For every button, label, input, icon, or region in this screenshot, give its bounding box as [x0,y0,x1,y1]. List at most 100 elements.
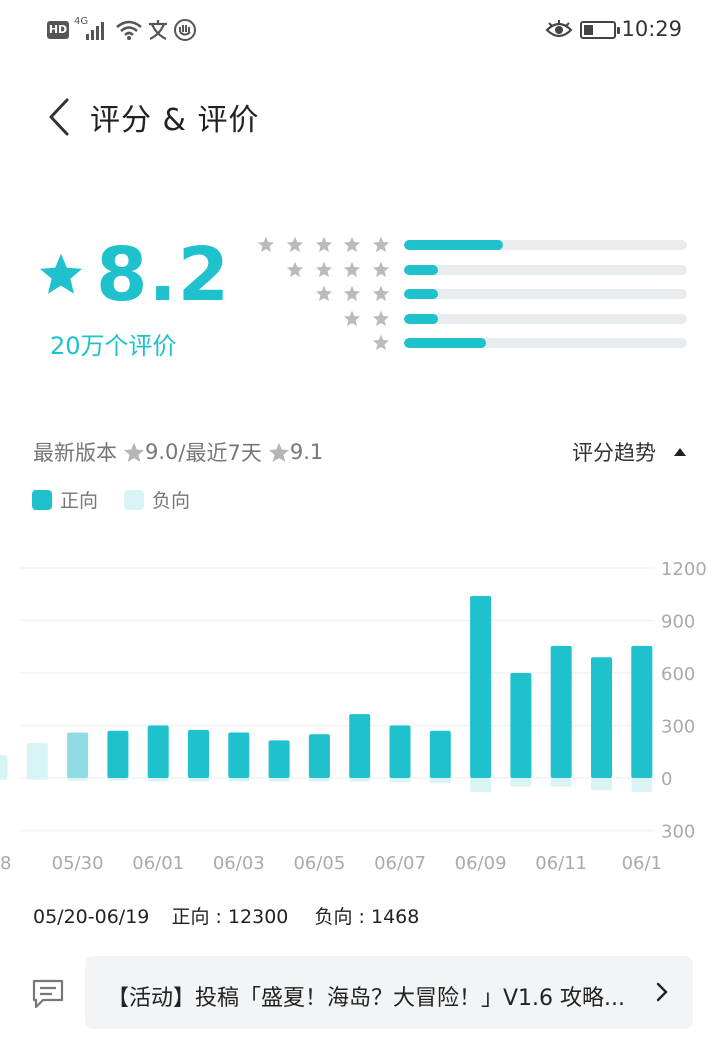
star-icon [344,285,361,302]
rating-row-5-star [0,234,720,256]
rating-bar-track [404,264,687,275]
battery-icon [580,21,620,39]
bar-negative [631,778,653,792]
rating-trend-chart: 1200 900 600 300 0 300/28 05/30 06/01 06/03 06/05… [0,559,707,874]
star-icon [372,334,390,351]
bar-negative [349,778,371,782]
hd-badge: HD [47,21,69,39]
bar-positive [550,645,572,778]
star-icon [315,236,332,253]
star-icon [372,261,390,277]
bar-positive [308,734,330,778]
message-icon [32,979,64,1009]
x-tick-label: 06/09 [455,853,507,874]
bar-negative [0,778,8,780]
x-tick-label: /28 [0,853,11,874]
bar-positive [510,673,532,778]
bar-positive [0,755,8,778]
x-tick-label: 06/01 [132,853,184,874]
summary-line: 05/20-06/19 正向 : 12300 负向 : 1468 [33,902,419,929]
announcement-text: 【活动】投稿「盛夏！海岛？大冒险！」V1.6 攻略... [107,986,626,1011]
x-tick-label: 06/03 [213,853,265,874]
rating-trend-label: 评分趋势 [572,441,656,465]
bar-negative [550,778,572,787]
star-icon [315,285,332,302]
bar-negative [510,778,532,787]
announcement-banner[interactable]: 【活动】投稿「盛夏！海岛？大冒险！」V1.6 攻略... [85,956,693,1029]
summary-positive: 正向 : 12300 [171,906,289,928]
rating-row-3-star [0,283,720,305]
chevron-left-icon [49,98,69,136]
bar-negative [591,778,612,791]
star-icon [258,236,275,253]
bar-negative [389,778,411,783]
bar-positive [470,596,492,778]
page-title: 评分 & 评价 [90,103,260,138]
rating-row-1-star [0,332,720,354]
rating-bar-track [404,240,687,250]
y-tick-label: 0 [661,769,672,790]
chart-legend: 正向 负向 [32,486,190,513]
star-icon [372,285,390,302]
signal-icon [86,22,104,40]
bar-negative [429,778,451,784]
star-icon [286,261,304,277]
bar-negative [470,778,492,792]
rating-bar-fill [404,264,438,275]
latest-version-score: 9.0 [145,440,179,464]
rating-row-2-star [0,308,720,330]
legend-swatch-positive [32,489,52,510]
bar-negative [107,778,129,781]
bar-negative [308,778,330,782]
bar-negative [26,778,48,780]
y-tick-label: 300 [661,717,695,738]
x-tick-label: 06/07 [374,853,426,874]
y-tick-label: 600 [661,664,695,685]
bar-positive [349,714,371,778]
legend-negative-label: 负向 [152,490,191,512]
rating-row-4-star [0,259,720,281]
bar-positive [147,725,169,778]
star-icon [123,442,145,462]
bar-positive [268,740,290,778]
bar-negative [67,778,89,781]
wifi-icon [116,20,142,40]
back-button[interactable] [40,92,80,142]
recent-days-score: 9.1 [289,440,324,464]
star-icon [372,310,390,326]
status-time: 10:29 [621,17,682,41]
rating-bar-fill [404,240,504,250]
bar-positive [107,730,129,778]
translate-icon [149,20,167,40]
y-tick-label: 900 [661,612,695,633]
rating-bar-fill [404,338,487,348]
triangle-up-icon [674,448,686,456]
bar-positive [188,729,209,778]
x-tick-label: 06/11 [535,853,587,874]
star-icon [268,442,289,462]
bar-positive [67,732,89,778]
rating-bar-fill [404,289,438,299]
y-tick-label: 1200 [661,559,707,580]
status-bar: HD 4G 10:29 [0,0,720,60]
rating-trend-toggle[interactable]: 评分趋势 [572,437,686,467]
latest-version-label: 最新版本 [33,441,117,465]
recent-days-label: /最近7天 [178,441,262,465]
star-icon [315,261,332,277]
y-tick-label: 300 [661,822,695,843]
legend-swatch-negative [124,489,145,510]
star-icon [344,310,361,326]
summary-date-range: 05/20-06/19 [33,906,150,928]
eye-icon [545,20,573,38]
bar-negative [228,778,250,782]
x-tick-label: 06/05 [293,853,345,874]
bar-negative [188,778,209,782]
rating-bar-fill [404,313,438,324]
bar-positive [631,645,653,778]
star-icon [344,261,361,277]
bar-positive [26,743,48,778]
bar-positive [228,732,250,778]
summary-negative: 负向 : 1468 [314,906,420,928]
legend-positive-label: 正向 [60,490,99,512]
rating-bar-track [404,338,687,348]
